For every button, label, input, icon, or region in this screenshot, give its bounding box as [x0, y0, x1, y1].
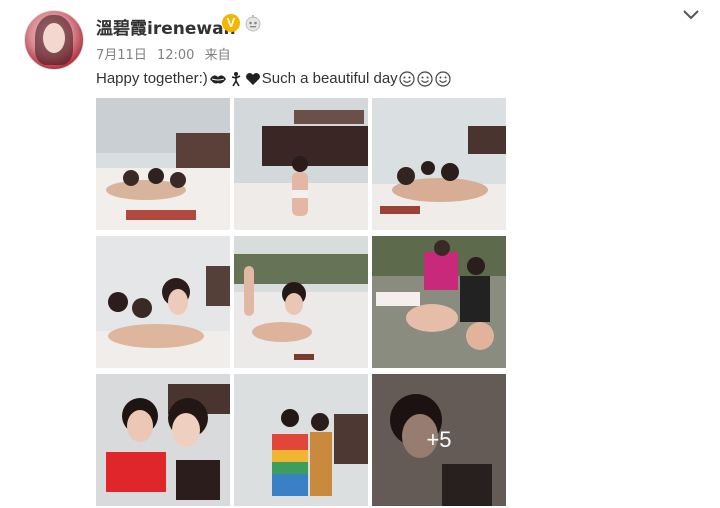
post-text-part2: Such a beautiful day [261, 70, 398, 87]
photo-more[interactable]: +5 [372, 374, 506, 506]
post-date[interactable]: 7月11日 [96, 48, 147, 63]
avatar[interactable] [24, 10, 84, 70]
username[interactable]: 溫碧霞irenewan [96, 14, 236, 39]
post-meta: 7月11日 12:00 来自 [96, 44, 237, 63]
post-source: 来自 [204, 48, 231, 63]
more-photos-label[interactable]: +5 [372, 374, 506, 506]
lips-emoji-icon [209, 74, 226, 83]
smiley-emoji-icon [435, 70, 451, 87]
photo-thumbnail[interactable] [372, 98, 506, 230]
avatar-face [43, 23, 65, 53]
photo-thumbnail[interactable] [234, 98, 368, 230]
post-text-part1: Happy together:) [96, 70, 208, 87]
smiley-emoji-icon [399, 70, 415, 87]
post-time[interactable]: 12:00 [157, 48, 194, 63]
photo-thumbnail[interactable] [96, 374, 230, 506]
photo-thumbnail[interactable] [234, 374, 368, 506]
verified-v-icon: V [222, 14, 240, 32]
heart-icon [245, 72, 260, 85]
photo-thumbnail[interactable] [234, 236, 368, 368]
photo-grid: +5 [96, 98, 507, 508]
photo-thumbnail[interactable] [372, 236, 506, 368]
smiley-emoji-icon [417, 70, 433, 87]
chevron-down-icon[interactable] [682, 8, 700, 22]
member-rank-icon[interactable] [244, 14, 262, 32]
photo-thumbnail[interactable] [96, 236, 230, 368]
photo-thumbnail[interactable] [96, 98, 230, 230]
dancer-emoji-icon [231, 71, 241, 86]
post-text: Happy together:) Such a beautiful day [96, 70, 452, 87]
